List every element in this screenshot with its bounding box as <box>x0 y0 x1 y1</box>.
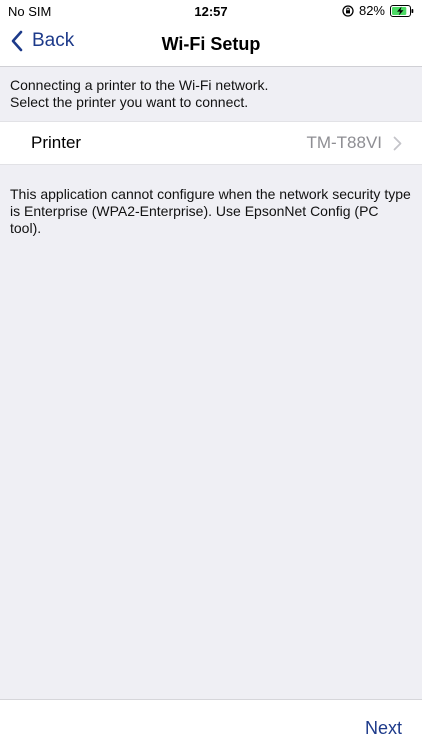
printer-value: TM-T88VI <box>306 133 382 152</box>
printer-select-row[interactable]: Printer TM-T88VI <box>0 121 422 165</box>
page-title: Wi-Fi Setup <box>161 34 261 54</box>
chevron-right-icon <box>393 136 402 151</box>
enterprise-notice: This application cannot configure when t… <box>10 186 411 236</box>
status-right: 82% <box>342 3 414 18</box>
status-bar: No SIM 12:57 82% <box>0 0 422 22</box>
intro-text: Connecting a printer to the Wi-Fi networ… <box>0 67 422 111</box>
battery-charging-icon <box>390 4 414 17</box>
bottom-toolbar: Next <box>0 699 422 750</box>
intro-line-1: Connecting a printer to the Wi-Fi networ… <box>10 77 269 93</box>
next-button[interactable]: Next <box>365 718 402 739</box>
battery-percent: 82% <box>358 3 385 18</box>
navigation-bar: Back Wi-Fi Setup <box>0 22 422 67</box>
orientation-lock-icon <box>342 4 354 17</box>
printer-label: Printer <box>31 133 82 152</box>
intro-line-2: Select the printer you want to connect. <box>10 94 249 110</box>
